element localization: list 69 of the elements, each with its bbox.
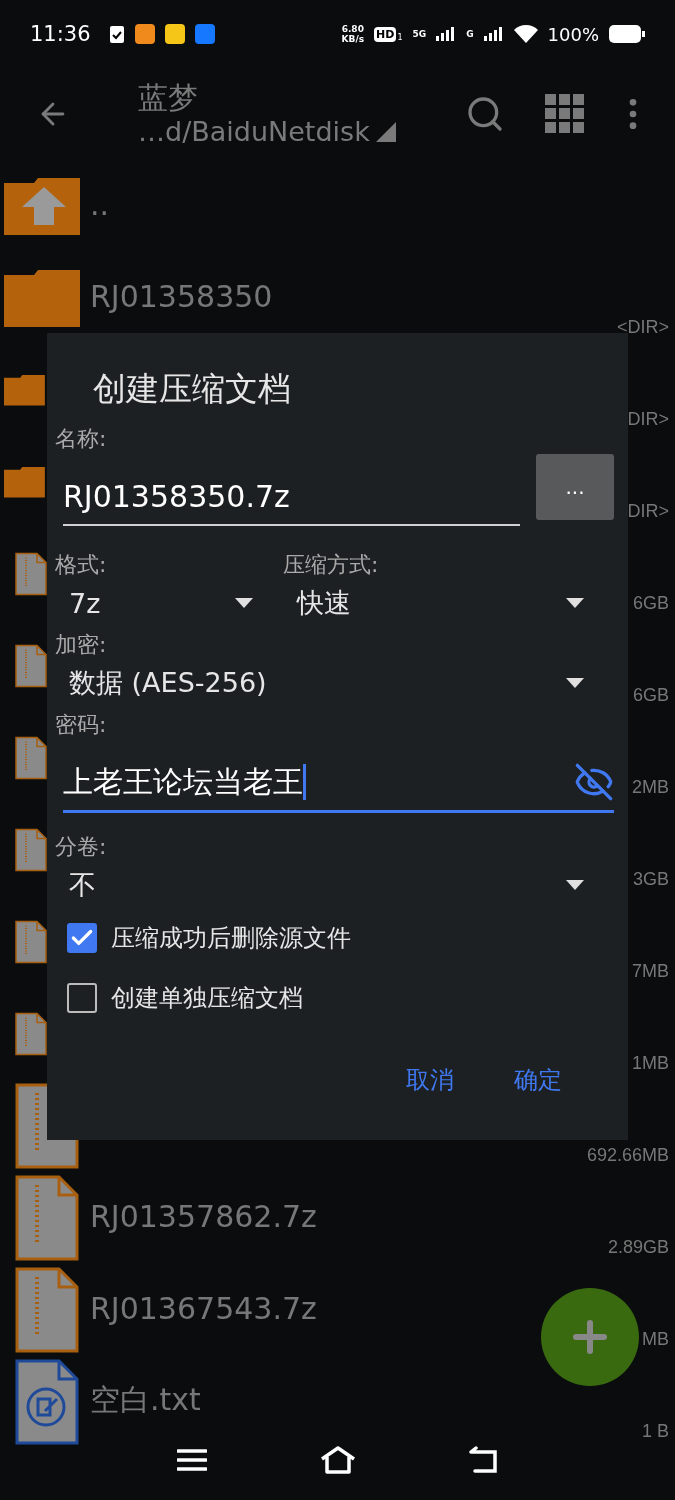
field-label: 压缩方式:: [283, 551, 380, 579]
signal-g: G: [466, 29, 474, 39]
path-dropdown[interactable]: …d/BaiduNetdisk: [138, 116, 425, 148]
password-field[interactable]: 上老王论坛当老王: [63, 754, 614, 813]
dialog-button[interactable]: 确定: [504, 1056, 572, 1104]
file-size: MB: [642, 1329, 669, 1351]
zip-file-icon: [15, 1175, 79, 1261]
signal-5g: 5G: [412, 29, 427, 39]
file-name[interactable]: 空白.txt: [90, 1379, 201, 1425]
dialog-button[interactable]: 取消: [396, 1056, 464, 1104]
folder-title: 蓝梦: [138, 80, 199, 116]
dropdown-triangle-icon: [375, 122, 396, 142]
hd-badge: HD: [374, 26, 397, 42]
menu-icon[interactable]: [176, 1448, 207, 1472]
eye-off-icon[interactable]: [574, 762, 614, 802]
dropdown-arrow-icon: [235, 598, 253, 608]
clipboard-check-icon: [108, 24, 125, 44]
app-icon: [194, 24, 215, 44]
file-size: 692.66MB: [586, 1145, 669, 1167]
file-name[interactable]: RJ01357862.7z: [90, 1198, 317, 1238]
file-name[interactable]: ..: [90, 186, 110, 226]
file-size: 3GB: [632, 869, 669, 891]
file-name[interactable]: RJ01358350: [90, 278, 273, 318]
file-size: 7MB: [632, 961, 669, 983]
dialog-title: 创建压缩文档: [93, 368, 292, 410]
network-speed: 6.80 KB/s: [341, 24, 365, 44]
checkbox-label: 压缩成功后删除源文件: [111, 923, 351, 954]
search-icon[interactable]: [465, 94, 505, 134]
zip-file-icon: [15, 1267, 79, 1353]
file-size: DIR>: [627, 409, 669, 431]
file-size: 6GB: [632, 685, 669, 707]
text-file-icon: [15, 1359, 79, 1445]
file-size: DIR>: [627, 501, 669, 523]
file-size: 6GB: [632, 593, 669, 615]
encryption-select[interactable]: 数据 (AES-256): [55, 660, 614, 706]
checkbox[interactable]: [67, 923, 97, 953]
field-label: 分卷:: [55, 833, 108, 861]
split-select[interactable]: 不: [55, 862, 614, 908]
app-icon: [134, 24, 155, 44]
dropdown-arrow-icon: [566, 678, 584, 688]
checkbox[interactable]: [67, 983, 97, 1013]
name-field[interactable]: RJ01358350.7z: [63, 468, 520, 526]
file-size: 1 B: [641, 1421, 669, 1443]
file-size: 2MB: [632, 777, 669, 799]
app-icon: [164, 24, 185, 44]
field-label: 名称:: [55, 425, 108, 453]
field-label: 密码:: [55, 711, 108, 739]
back-nav-icon[interactable]: [468, 1446, 499, 1474]
signal-icon: [436, 27, 457, 41]
dropdown-arrow-icon: [566, 598, 584, 608]
checkbox-label: 创建单独压缩文档: [111, 983, 303, 1014]
signal-icon: [483, 27, 504, 41]
field-label: 加密:: [55, 631, 108, 659]
file-size: <DIR>: [616, 317, 669, 339]
home-icon[interactable]: [319, 1446, 356, 1474]
file-size: 1MB: [632, 1053, 669, 1075]
method-select[interactable]: 快速: [283, 580, 614, 626]
grid-view-icon[interactable]: [545, 94, 585, 134]
file-name[interactable]: RJ01367543.7z: [90, 1290, 317, 1330]
wifi-icon: [513, 25, 538, 43]
format-select[interactable]: 7z: [55, 580, 283, 626]
browse-button[interactable]: ...: [536, 454, 614, 520]
field-label: 格式:: [55, 551, 108, 579]
status-time: 11:36: [30, 22, 91, 46]
sim-number: 1: [397, 32, 403, 42]
battery-icon: [609, 25, 645, 43]
battery-percent: 100%: [547, 23, 599, 45]
dropdown-arrow-icon: [566, 880, 584, 890]
file-size: 2.89GB: [607, 1237, 669, 1259]
